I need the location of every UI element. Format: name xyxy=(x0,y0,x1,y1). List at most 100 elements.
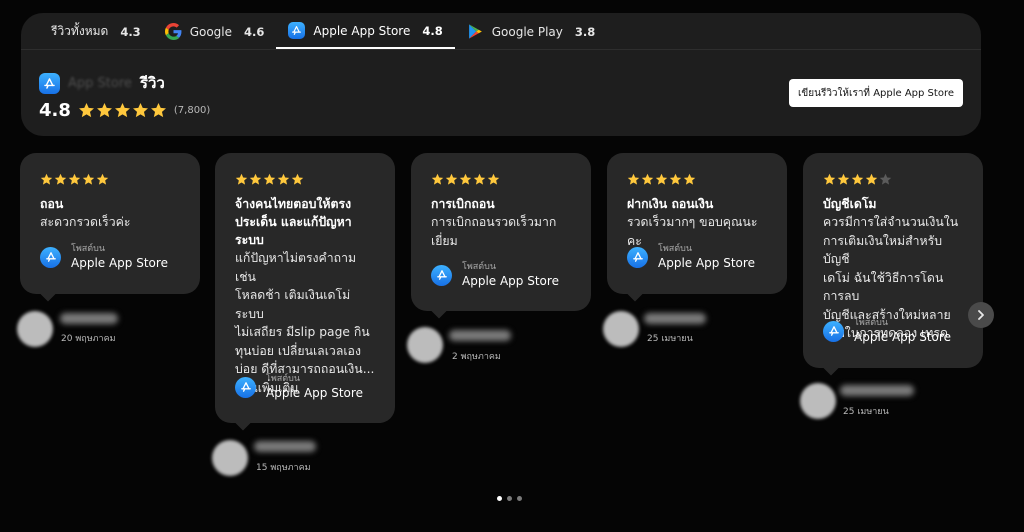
tab-score: 3.8 xyxy=(574,24,596,39)
tab-all-reviews[interactable]: รีวิวทั้งหมด 4.3 xyxy=(39,14,153,49)
text-line: โหลดช้า เติมเงินเดโม่ ระบบ xyxy=(235,288,351,321)
app-store-icon xyxy=(235,376,256,398)
tab-score: 4.8 xyxy=(422,23,443,38)
review-date: 15 พฤษภาคม xyxy=(256,463,311,473)
star-icon xyxy=(865,173,878,185)
star-icon xyxy=(473,173,486,185)
star-icon xyxy=(823,173,836,185)
review-body: การเบิกถอนรวดเร็วมาก เยี่ยม xyxy=(431,213,571,250)
section-title: รีวิว xyxy=(139,74,165,92)
speech-tail xyxy=(626,284,644,302)
star-icon xyxy=(837,173,850,185)
tab-google[interactable]: Google 4.6 xyxy=(153,14,277,49)
tab-label: รีวิวทั้งหมด xyxy=(51,24,109,38)
star-icon xyxy=(487,173,500,185)
posted-store: Apple App Store xyxy=(266,386,363,400)
star-icon xyxy=(40,173,53,185)
review-date: 25 เมษายน xyxy=(843,407,889,417)
avatar xyxy=(17,311,53,347)
avatar xyxy=(603,311,639,347)
star-icon xyxy=(277,173,290,185)
star-icon xyxy=(96,173,109,185)
app-store-icon xyxy=(40,246,61,268)
tab-google-play[interactable]: Google Play 3.8 xyxy=(455,14,608,49)
posted-store: Apple App Store xyxy=(854,330,951,344)
write-review-button[interactable]: เขียนรีวิวให้เราที่ Apple App Store xyxy=(789,79,963,107)
star-icon xyxy=(851,173,864,185)
carousel-next-button[interactable] xyxy=(968,302,994,328)
posted-on: โพสต์บน Apple App Store xyxy=(431,261,559,289)
review-title: จ้างคนไทยตอบให้ตรงประเด็น และแก้ปัญหาระบ… xyxy=(235,195,375,249)
star-icon xyxy=(82,173,95,185)
posted-on: โพสต์บน Apple App Store xyxy=(40,243,168,271)
text-line: สะดวกรวดเร็วค่ะ xyxy=(40,215,131,229)
pagination-dot[interactable] xyxy=(517,496,522,501)
star-icon xyxy=(627,173,640,185)
speech-tail xyxy=(39,284,57,302)
rating-summary: App Store รีวิว 4.8 (7,800) xyxy=(39,71,210,121)
star-icon xyxy=(249,173,262,185)
star-icon xyxy=(68,173,81,185)
text-line: ประเด็น และแก้ปัญหา xyxy=(235,215,352,229)
review-stars xyxy=(431,173,500,186)
app-store-icon xyxy=(823,320,844,342)
posted-label: โพสต์บน xyxy=(854,318,888,328)
reviews-header-panel: รีวิวทั้งหมด 4.3 Google 4.6 Apple App St… xyxy=(21,13,981,136)
avatar xyxy=(800,383,836,419)
review-stars xyxy=(627,173,696,186)
avatar xyxy=(407,327,443,363)
review-card: จ้างคนไทยตอบให้ตรงประเด็น และแก้ปัญหาระบ… xyxy=(215,153,395,431)
star-icon xyxy=(879,173,892,185)
reviewer-name xyxy=(840,385,914,396)
app-store-icon xyxy=(431,264,452,286)
tab-label: Google Play xyxy=(491,24,563,39)
star-icon xyxy=(54,173,67,185)
review-title: ถอน xyxy=(40,197,64,211)
avatar xyxy=(212,440,248,476)
star-icon xyxy=(431,173,444,185)
review-count: (7,800) xyxy=(173,105,211,116)
posted-label: โพสต์บน xyxy=(462,262,496,272)
tabs-divider xyxy=(21,49,981,50)
star-icon xyxy=(263,173,276,185)
posted-label: โพสต์บน xyxy=(71,244,105,254)
text-line: ไม่เสถียร มีslip page กิน xyxy=(235,325,370,339)
star-icon xyxy=(132,103,148,118)
text-line: จ้างคนไทยตอบให้ตรง xyxy=(235,197,352,211)
review-title: ฝากเงิน ถอนเงิน xyxy=(627,197,714,211)
reviewer-name xyxy=(449,330,511,341)
rating-stars xyxy=(78,102,167,119)
star-icon xyxy=(669,173,682,185)
star-icon xyxy=(641,173,654,185)
text-line: แก้ปัญหาไม่ตรงคำถาม เช่น xyxy=(235,251,357,284)
pagination-dot[interactable] xyxy=(497,496,502,501)
posted-store: Apple App Store xyxy=(658,256,755,270)
posted-store: Apple App Store xyxy=(71,256,168,270)
tab-apple-app-store[interactable]: Apple App Store 4.8 xyxy=(276,14,455,49)
review-date: 25 เมษายน xyxy=(647,334,693,344)
chevron-right-icon xyxy=(978,310,984,320)
review-stars xyxy=(823,173,892,186)
posted-on: โพสต์บน Apple App Store xyxy=(627,243,755,271)
reviewer-name xyxy=(644,313,706,324)
posted-label: โพสต์บน xyxy=(266,374,300,384)
review-date: 2 พฤษภาคม xyxy=(452,352,501,362)
speech-tail xyxy=(430,301,448,319)
review-body: สะดวกรวดเร็วค่ะ xyxy=(40,213,180,232)
review-stars xyxy=(235,173,304,186)
average-rating: 4.8 xyxy=(39,100,71,121)
text-line: ระบบ xyxy=(235,233,264,247)
posted-store: Apple App Store xyxy=(462,274,559,288)
star-icon xyxy=(655,173,668,185)
speech-tail xyxy=(822,358,840,376)
text-line: เยี่ยม xyxy=(431,233,458,248)
store-name: App Store xyxy=(68,75,132,91)
pagination-dot[interactable] xyxy=(507,496,512,501)
review-title: การเบิกถอน xyxy=(431,197,495,211)
carousel-pagination xyxy=(497,496,522,501)
tab-score: 4.3 xyxy=(120,24,141,39)
google-icon xyxy=(164,23,182,40)
reviewer-name xyxy=(60,313,118,324)
review-stars xyxy=(40,173,109,186)
tab-label: Google xyxy=(189,24,233,39)
